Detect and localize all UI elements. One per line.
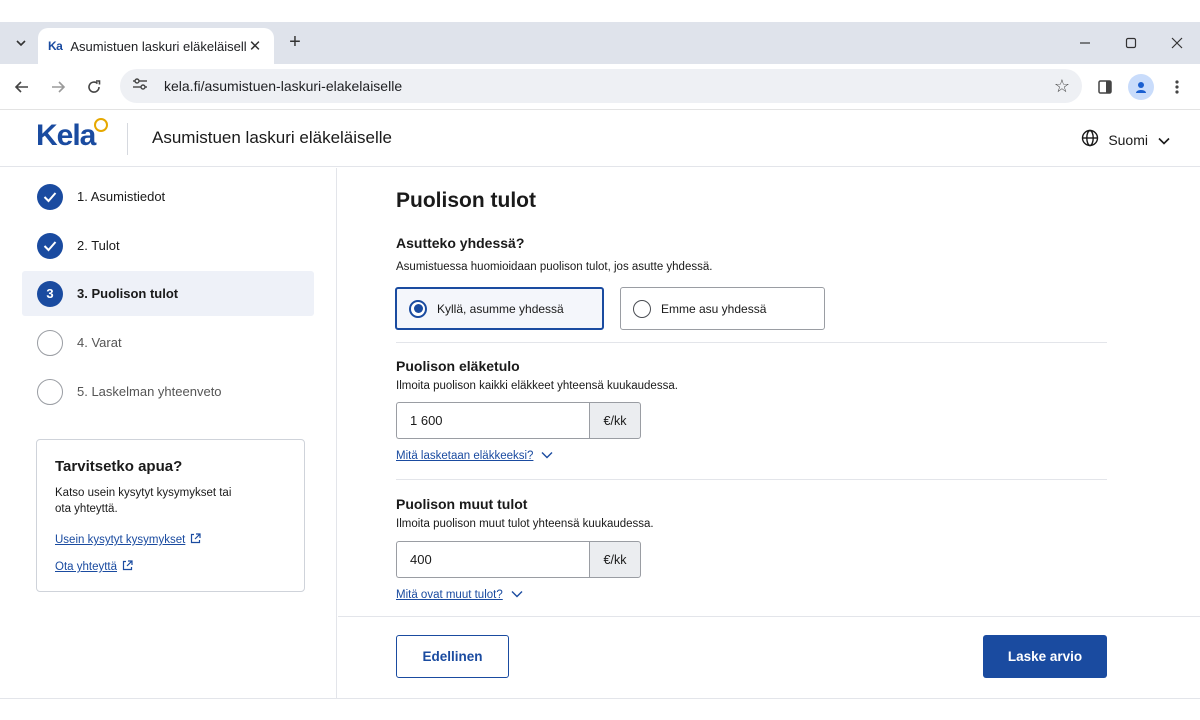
other-income-input-group: 400 €/kk xyxy=(396,541,641,578)
contact-link[interactable]: Ota yhteyttä xyxy=(55,560,286,574)
check-icon xyxy=(37,183,63,210)
help-box: Tarvitsetko apua? Katso usein kysytyt ky… xyxy=(36,439,305,592)
empty-circle-icon xyxy=(37,378,63,405)
external-link-icon xyxy=(190,533,201,547)
living-together-help: Asumistuessa huomioidaan puolison tulot,… xyxy=(396,261,713,273)
url-text[interactable]: kela.fi/asumistuen-laskuri-elakelaiselle xyxy=(164,78,1054,94)
kela-logo-badge-icon xyxy=(94,118,108,132)
calculate-button[interactable]: Laske arvio xyxy=(983,635,1107,678)
living-together-label: Asutteko yhdessä? xyxy=(396,235,525,251)
previous-button[interactable]: Edellinen xyxy=(396,635,509,678)
browser-tab[interactable]: Ka Asumistuen laskuri eläkeläiselle ✕ xyxy=(38,28,274,64)
browser-menu-icon[interactable] xyxy=(1164,74,1190,100)
chevron-down-icon xyxy=(511,589,523,601)
forward-arrow-icon[interactable] xyxy=(45,74,71,100)
faq-link[interactable]: Usein kysytyt kysymykset xyxy=(55,533,286,547)
other-income-help: Ilmoita puolison muut tulot yhteensä kuu… xyxy=(396,518,654,530)
step-label: 4. Varat xyxy=(77,335,122,350)
step-number-badge: 3 xyxy=(37,280,63,307)
radio-selected-icon xyxy=(409,299,427,318)
maximize-icon[interactable] xyxy=(1108,22,1154,64)
section-divider xyxy=(396,342,1107,343)
step-label: 5. Laskelman yhteenveto xyxy=(77,384,222,399)
step-asumistiedot[interactable]: 1. Asumistiedot xyxy=(22,174,314,219)
section-divider xyxy=(396,479,1107,480)
tab-title: Asumistuen laskuri eläkeläiselle xyxy=(70,38,246,54)
step-puolison-tulot[interactable]: 3 3. Puolison tulot xyxy=(22,271,314,316)
browser-tab-bar: Ka Asumistuen laskuri eläkeläiselle ✕ + xyxy=(0,22,1200,64)
side-panel-icon[interactable] xyxy=(1092,74,1118,100)
page-title: Puolison tulot xyxy=(396,189,536,212)
step-label: 1. Asumistiedot xyxy=(77,189,166,204)
faq-link-label[interactable]: Usein kysytyt kysymykset xyxy=(55,534,185,546)
pension-expand-link[interactable]: Mitä lasketaan eläkkeeksi? xyxy=(396,450,553,462)
radio-label: Emme asu yhdessä xyxy=(661,301,767,316)
header-divider xyxy=(127,123,128,155)
globe-icon xyxy=(1081,129,1099,150)
radio-label: Kyllä, asumme yhdessä xyxy=(437,301,564,316)
profile-avatar-icon[interactable] xyxy=(1128,74,1154,100)
chevron-down-icon xyxy=(541,450,553,462)
step-laskelman-yhteenveto[interactable]: 5. Laskelman yhteenveto xyxy=(22,369,314,414)
other-income-expand-link[interactable]: Mitä ovat muut tulot? xyxy=(396,589,523,601)
step-label: 3. Puolison tulot xyxy=(77,286,179,301)
reload-icon[interactable] xyxy=(81,74,107,100)
browser-toolbar: kela.fi/asumistuen-laskuri-elakelaiselle… xyxy=(0,64,1200,110)
pension-input[interactable]: 1 600 xyxy=(396,402,589,439)
chevron-down-icon xyxy=(1158,132,1170,148)
external-link-icon xyxy=(122,560,133,574)
pension-input-group: 1 600 €/kk xyxy=(396,402,641,439)
site-settings-icon[interactable] xyxy=(132,77,152,96)
step-tulot[interactable]: 2. Tulot xyxy=(22,223,314,268)
radio-yes-living-together[interactable]: Kyllä, asumme yhdessä xyxy=(395,287,604,330)
help-text: Katso usein kysytyt kysymykset tai ota y… xyxy=(55,487,232,515)
other-income-expand-label[interactable]: Mitä ovat muut tulot? xyxy=(396,589,503,601)
window-controls xyxy=(1062,22,1200,64)
main-form: Puolison tulot Asutteko yhdessä? Asumist… xyxy=(338,168,1200,698)
radio-not-living-together[interactable]: Emme asu yhdessä xyxy=(620,287,825,330)
other-income-input[interactable]: 400 xyxy=(396,541,589,578)
pension-unit: €/kk xyxy=(589,402,641,439)
language-label: Suomi xyxy=(1108,131,1148,148)
tab-search-icon[interactable] xyxy=(8,30,34,56)
page-bottom-border xyxy=(0,698,1200,699)
address-bar[interactable]: kela.fi/asumistuen-laskuri-elakelaiselle… xyxy=(120,69,1082,103)
language-selector[interactable]: Suomi xyxy=(1081,129,1170,150)
site-title: Asumistuen laskuri eläkeläiselle xyxy=(152,128,393,147)
check-icon xyxy=(37,232,63,259)
contact-link-label[interactable]: Ota yhteyttä xyxy=(55,561,117,573)
back-arrow-icon[interactable] xyxy=(9,74,35,100)
bookmark-star-icon[interactable]: ☆ xyxy=(1054,76,1070,97)
close-window-icon[interactable] xyxy=(1154,22,1200,64)
sidebar: 1. Asumistiedot 2. Tulot 3 3. Puolison t… xyxy=(0,168,337,698)
form-footer: Edellinen Laske arvio xyxy=(338,616,1200,698)
other-income-unit: €/kk xyxy=(589,541,641,578)
step-label: 2. Tulot xyxy=(77,238,120,253)
pension-label: Puolison eläketulo xyxy=(396,358,520,374)
pension-expand-label[interactable]: Mitä lasketaan eläkkeeksi? xyxy=(396,450,533,462)
kela-logo[interactable]: Kela xyxy=(36,119,96,153)
minimize-icon[interactable] xyxy=(1062,22,1108,64)
radio-empty-icon xyxy=(633,299,651,318)
other-income-label: Puolison muut tulot xyxy=(396,496,528,512)
close-tab-icon[interactable]: ✕ xyxy=(246,37,264,55)
empty-circle-icon xyxy=(37,329,63,356)
help-title: Tarvitsetko apua? xyxy=(55,458,183,475)
step-varat[interactable]: 4. Varat xyxy=(22,320,314,365)
pension-help: Ilmoita puolison kaikki eläkkeet yhteens… xyxy=(396,380,678,392)
site-header: Kela Asumistuen laskuri eläkeläiselle Su… xyxy=(0,111,1200,167)
new-tab-icon[interactable]: + xyxy=(284,32,306,52)
kela-favicon-icon: Ka xyxy=(48,39,63,53)
